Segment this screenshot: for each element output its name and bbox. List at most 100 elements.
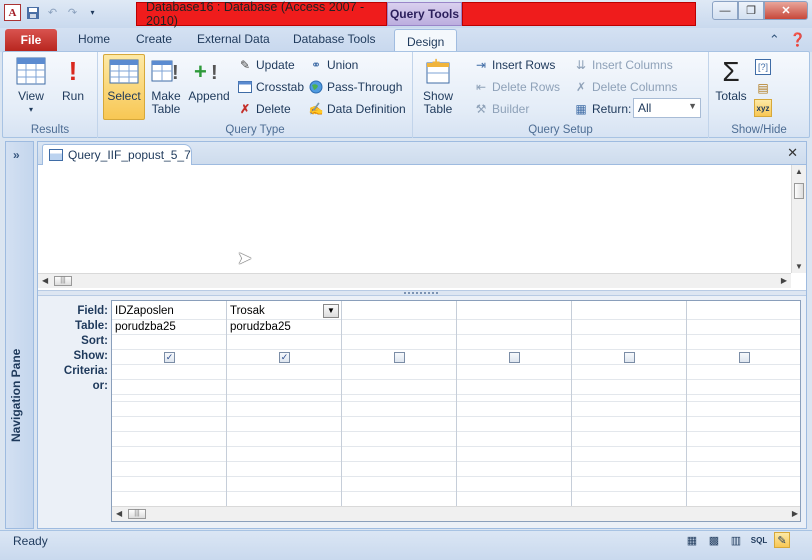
tab-create[interactable]: Create xyxy=(136,32,172,46)
sort-cell[interactable] xyxy=(687,335,800,350)
maximize-button[interactable]: ❐ xyxy=(738,1,764,20)
grid-column-3[interactable] xyxy=(342,301,457,506)
or-cell[interactable] xyxy=(227,380,341,395)
minimize-button[interactable]: — xyxy=(712,1,738,20)
delete-columns-button[interactable]: ✗ Delete Columns xyxy=(573,78,677,96)
or-cell[interactable] xyxy=(457,380,571,395)
horizontal-scroll-thumb[interactable]: ||| xyxy=(54,276,72,286)
grid-column-2[interactable]: Trosak ▼ porudzba25 ✓ xyxy=(227,301,342,506)
criteria-cell[interactable] xyxy=(227,365,341,380)
design-grid-horizontal-scrollbar[interactable]: ◀ ||| ▶ xyxy=(112,506,800,521)
table-names-button[interactable]: xyz xyxy=(754,99,772,117)
splitter-grip[interactable] xyxy=(404,292,438,294)
pass-through-button[interactable]: Pass-Through xyxy=(308,78,402,96)
sort-cell[interactable] xyxy=(572,335,686,350)
select-query-button[interactable]: Select xyxy=(103,54,145,120)
data-definition-button[interactable]: ✍ Data Definition xyxy=(308,100,406,118)
or-cell[interactable] xyxy=(342,380,456,395)
union-button[interactable]: ⚭ Union xyxy=(308,56,358,74)
parameters-button[interactable]: [?] xyxy=(755,58,771,76)
tab-database-tools[interactable]: Database Tools xyxy=(293,32,376,46)
sql-view-button[interactable]: SQL xyxy=(750,532,768,548)
scroll-right-icon[interactable]: ▶ xyxy=(781,276,787,285)
scroll-down-icon[interactable]: ▼ xyxy=(795,262,803,271)
make-table-button[interactable]: ! Make Table xyxy=(148,55,184,116)
show-checkbox[interactable] xyxy=(624,352,635,363)
table-cell[interactable]: porudzba25 xyxy=(112,320,226,335)
field-cell[interactable]: IDZaposlen xyxy=(112,301,226,320)
pivot-table-view-icon[interactable]: ▩ xyxy=(706,532,722,548)
field-cell[interactable] xyxy=(687,301,800,320)
criteria-cell[interactable] xyxy=(572,365,686,380)
datasheet-view-icon[interactable]: ▦ xyxy=(684,532,700,548)
field-cell[interactable] xyxy=(457,301,571,320)
tab-design[interactable]: Design xyxy=(394,29,458,53)
crosstab-button[interactable]: Crosstab xyxy=(237,78,304,96)
field-cell[interactable] xyxy=(342,301,456,320)
table-cell[interactable] xyxy=(687,320,800,335)
grid-column-4[interactable] xyxy=(457,301,572,506)
sort-cell[interactable] xyxy=(227,335,341,350)
grid-column-1[interactable]: IDZaposlen porudzba25 ✓ xyxy=(112,301,227,506)
delete-query-button[interactable]: ✗ Delete xyxy=(237,100,291,118)
close-document-icon[interactable]: ✕ xyxy=(787,145,798,161)
table-cell[interactable]: porudzba25 xyxy=(227,320,341,335)
scroll-left-icon[interactable]: ◀ xyxy=(116,509,122,518)
criteria-cell[interactable] xyxy=(457,365,571,380)
scroll-up-icon[interactable]: ▲ xyxy=(795,167,803,176)
criteria-cell[interactable] xyxy=(342,365,456,380)
design-grid[interactable]: IDZaposlen porudzba25 ✓ Trosak ▼ porudzb… xyxy=(111,300,801,522)
criteria-cell[interactable] xyxy=(112,365,226,380)
sort-cell[interactable] xyxy=(342,335,456,350)
delete-rows-button[interactable]: ⇤ Delete Rows xyxy=(473,78,560,96)
builder-button[interactable]: ⚒ Builder xyxy=(473,100,530,118)
table-cell[interactable] xyxy=(457,320,571,335)
save-icon[interactable] xyxy=(24,4,41,21)
vertical-scroll-thumb[interactable] xyxy=(794,183,804,199)
minimize-ribbon-icon[interactable]: ⌃ xyxy=(769,32,780,48)
table-pane[interactable]: ▲ ▼ ◀ ||| ▶ xyxy=(38,165,806,290)
insert-columns-button[interactable]: ⇊ Insert Columns xyxy=(573,56,673,74)
redo-icon[interactable]: ↷ xyxy=(64,4,81,21)
pivot-chart-view-icon[interactable]: ▥ xyxy=(728,532,744,548)
return-select[interactable]: All ▼ xyxy=(633,98,701,118)
close-window-button[interactable]: ✕ xyxy=(764,1,808,20)
document-tab[interactable]: Query_IIF_popust_5_7 xyxy=(42,144,192,165)
expand-nav-pane-icon[interactable]: » xyxy=(13,148,20,162)
or-cell[interactable] xyxy=(112,380,226,395)
field-cell[interactable] xyxy=(572,301,686,320)
show-checkbox[interactable]: ✓ xyxy=(164,352,175,363)
show-table-button[interactable]: + Show Table xyxy=(419,55,457,116)
show-checkbox[interactable] xyxy=(739,352,750,363)
or-cell[interactable] xyxy=(572,380,686,395)
update-button[interactable]: ✎ Update xyxy=(237,56,295,74)
show-checkbox[interactable]: ✓ xyxy=(279,352,290,363)
help-icon[interactable]: ❓ xyxy=(790,32,806,48)
table-pane-horizontal-scrollbar[interactable]: ◀ ||| ▶ xyxy=(38,273,791,288)
field-cell[interactable]: Trosak ▼ xyxy=(227,301,341,320)
property-sheet-button[interactable]: ▤ xyxy=(755,79,771,97)
undo-icon[interactable]: ↶ xyxy=(44,4,61,21)
sort-cell[interactable] xyxy=(457,335,571,350)
table-cell[interactable] xyxy=(342,320,456,335)
grid-column-6[interactable] xyxy=(687,301,800,506)
customize-qat-icon[interactable]: ▾ xyxy=(84,4,101,21)
append-button[interactable]: +! Append xyxy=(188,55,230,103)
criteria-cell[interactable] xyxy=(687,365,800,380)
scroll-left-icon[interactable]: ◀ xyxy=(42,276,48,285)
grid-column-5[interactable] xyxy=(572,301,687,506)
insert-rows-button[interactable]: ⇥ Insert Rows xyxy=(473,56,555,74)
totals-button[interactable]: Σ Totals xyxy=(713,55,749,103)
access-app-icon[interactable]: A xyxy=(4,4,21,21)
scroll-right-icon[interactable]: ▶ xyxy=(792,509,798,518)
or-cell[interactable] xyxy=(687,380,800,395)
view-button[interactable]: View ▾ xyxy=(13,55,49,116)
show-checkbox[interactable] xyxy=(394,352,405,363)
tab-external-data[interactable]: External Data xyxy=(197,32,270,46)
table-cell[interactable] xyxy=(572,320,686,335)
run-button[interactable]: ! Run xyxy=(57,55,89,103)
field-dropdown-button[interactable]: ▼ xyxy=(323,304,339,318)
sort-cell[interactable] xyxy=(112,335,226,350)
tab-home[interactable]: Home xyxy=(78,32,110,46)
table-pane-vertical-scrollbar[interactable]: ▲ ▼ xyxy=(791,165,806,273)
